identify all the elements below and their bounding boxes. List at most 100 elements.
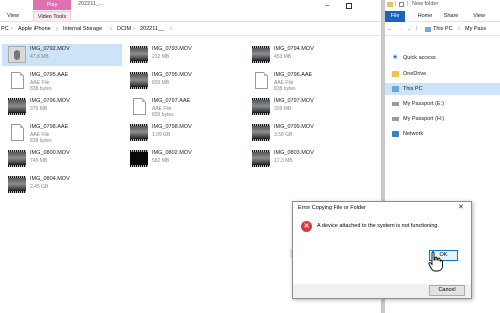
- file-meta: 745 MB: [30, 158, 48, 164]
- tab-home[interactable]: Home: [415, 11, 435, 21]
- breadcrumb-item[interactable]: 202211__: [140, 22, 164, 36]
- folder-icon: [392, 71, 399, 77]
- nav-item-label: Quick access: [403, 55, 436, 61]
- file-item[interactable]: IMG_0795.AAE AAE File 838 bytes: [2, 70, 122, 92]
- file-meta: 836 MB: [152, 80, 170, 86]
- file-size: 838 bytes: [30, 138, 52, 144]
- nav-item[interactable]: My Passport (H:): [385, 113, 500, 125]
- file-size: 829 bytes: [152, 112, 174, 118]
- file-name: IMG_0795.AAE: [30, 72, 69, 78]
- close-icon[interactable]: ✕: [458, 203, 464, 211]
- tab-file[interactable]: File: [385, 11, 405, 22]
- breadcrumb-item[interactable]: Internal Storage: [63, 22, 102, 36]
- dialog-message: A device attached to the system is not f…: [317, 223, 439, 229]
- minimize-button[interactable]: –: [325, 1, 329, 10]
- file-meta: 1.09 GB: [152, 132, 171, 138]
- dialog-title: Error Copying File or Folder: [293, 202, 471, 214]
- maximize-button[interactable]: [346, 3, 352, 9]
- nav-item[interactable]: My Passport (E:): [385, 98, 500, 110]
- file-item[interactable]: IMG_0803.MOV 17.3 MB: [246, 148, 366, 170]
- file-item[interactable]: IMG_0794.MOV 453 MB: [246, 44, 366, 66]
- tab-view[interactable]: View: [2, 11, 24, 21]
- document-icon: [11, 72, 24, 89]
- chevron-right-icon: ›: [458, 26, 460, 32]
- breadcrumb-item[interactable]: DCIM: [117, 22, 131, 36]
- file-name: IMG_0797.MOV: [274, 98, 314, 104]
- video-thumbnail: [252, 150, 270, 167]
- video-thumbnail: [8, 46, 26, 63]
- file-name: IMG_0800.MOV: [30, 150, 70, 156]
- file-item[interactable]: IMG_0797.MOV 209 MB: [246, 96, 366, 118]
- chevron-right-icon: ›: [110, 26, 112, 32]
- document-icon: [133, 98, 146, 115]
- ribbon-tabs: Play 202211_... View Video Tools –: [0, 0, 381, 22]
- error-icon: ✕: [301, 221, 312, 232]
- file-meta: 232 MB: [152, 54, 170, 60]
- file-name: IMG_0802.MOV: [152, 150, 192, 156]
- dialog-body: ✕ A device attached to the system is not…: [293, 214, 471, 284]
- file-item[interactable]: IMG_0799.MOV 3.58 GB: [246, 122, 366, 144]
- play-context-tab[interactable]: Play: [33, 0, 71, 10]
- file-item[interactable]: IMG_0802.MOV 582 MB: [124, 148, 244, 170]
- nav-item-label: My Passport (H:): [403, 116, 445, 122]
- breadcrumb-item[interactable]: My Pass: [465, 23, 486, 36]
- network-icon: [392, 131, 399, 137]
- file-name: IMG_0798.MOV: [152, 124, 192, 130]
- document-icon: [11, 124, 24, 141]
- file-name: IMG_0795.MOV: [152, 72, 192, 78]
- file-item[interactable]: IMG_0795.MOV 836 MB: [124, 70, 244, 92]
- file-name: IMG_0804.MOV: [30, 176, 70, 182]
- file-item[interactable]: IMG_0792.MOV 47.8 MB: [2, 44, 122, 66]
- nav-item[interactable]: OneDrive: [385, 68, 500, 80]
- up-arrow-icon[interactable]: ↑: [415, 26, 418, 32]
- nav-item[interactable]: This PC: [385, 83, 500, 95]
- back-arrow-icon[interactable]: ←: [387, 26, 393, 32]
- file-item[interactable]: IMG_0796.MOV 375 MB: [2, 96, 122, 118]
- file-name: IMG_0796.MOV: [30, 98, 70, 104]
- video-thumbnail: [8, 150, 26, 167]
- file-name: IMG_0798.AAE: [30, 124, 69, 130]
- address-bar[interactable]: PC › Apple iPhone › Internal Storage › D…: [0, 22, 381, 36]
- tab-video-tools[interactable]: Video Tools: [33, 11, 71, 21]
- nav-item[interactable]: ★ Quick access: [385, 52, 500, 64]
- video-thumbnail: [130, 150, 148, 167]
- video-thumbnail: [8, 176, 26, 193]
- tab-view[interactable]: View: [469, 11, 489, 21]
- nav-item[interactable]: Network: [385, 128, 500, 140]
- video-thumbnail: [252, 98, 270, 115]
- video-thumbnail: [252, 46, 270, 63]
- file-name: IMG_0796.AAE: [274, 72, 313, 78]
- forward-arrow-icon[interactable]: →: [397, 26, 403, 32]
- drive-icon: [392, 117, 399, 121]
- drive-icon: [392, 102, 399, 106]
- file-item[interactable]: IMG_0800.MOV 745 MB: [2, 148, 122, 170]
- tab-share[interactable]: Share: [441, 11, 461, 21]
- file-name: IMG_0803.MOV: [274, 150, 314, 156]
- video-thumbnail: [130, 72, 148, 89]
- file-item[interactable]: IMG_0793.MOV 232 MB: [124, 44, 244, 66]
- chevron-down-icon[interactable]: ⌄: [407, 26, 411, 32]
- file-meta: 17.3 MB: [274, 158, 293, 164]
- chevron-right-icon: ›: [133, 26, 135, 32]
- nav-item-label: OneDrive: [403, 71, 427, 77]
- file-item[interactable]: IMG_0798.AAE AAE File 838 bytes: [2, 122, 122, 144]
- file-item[interactable]: IMG_0796.AAE AAE File 838 bytes: [246, 70, 366, 92]
- address-bar[interactable]: ← → ⌄ ↑ This PC › My Pass: [385, 23, 500, 36]
- breadcrumb-item[interactable]: PC: [1, 22, 9, 36]
- file-meta: 2.45 GB: [30, 184, 49, 190]
- cancel-button[interactable]: Cancel: [429, 285, 465, 296]
- video-thumbnail: [8, 98, 26, 115]
- error-dialog: Error Copying File or Folder ✕ ✕ A devic…: [292, 201, 472, 299]
- quick-access-toolbar-icon[interactable]: [399, 2, 404, 7]
- title-separator: |: [407, 1, 409, 7]
- breadcrumb-item[interactable]: This PC: [433, 23, 453, 36]
- video-thumbnail: [130, 124, 148, 141]
- title-separator: |: [395, 1, 397, 7]
- dialog-footer: Cancel: [293, 284, 471, 298]
- breadcrumb-item[interactable]: Apple iPhone: [18, 22, 51, 36]
- video-thumbnail: [252, 124, 270, 141]
- file-item[interactable]: IMG_0798.MOV 1.09 GB: [124, 122, 244, 144]
- file-item[interactable]: IMG_0797.AAE AAE File 829 bytes: [124, 96, 244, 118]
- file-item[interactable]: IMG_0804.MOV 2.45 GB: [2, 174, 122, 196]
- file-meta: 47.8 MB: [30, 54, 49, 60]
